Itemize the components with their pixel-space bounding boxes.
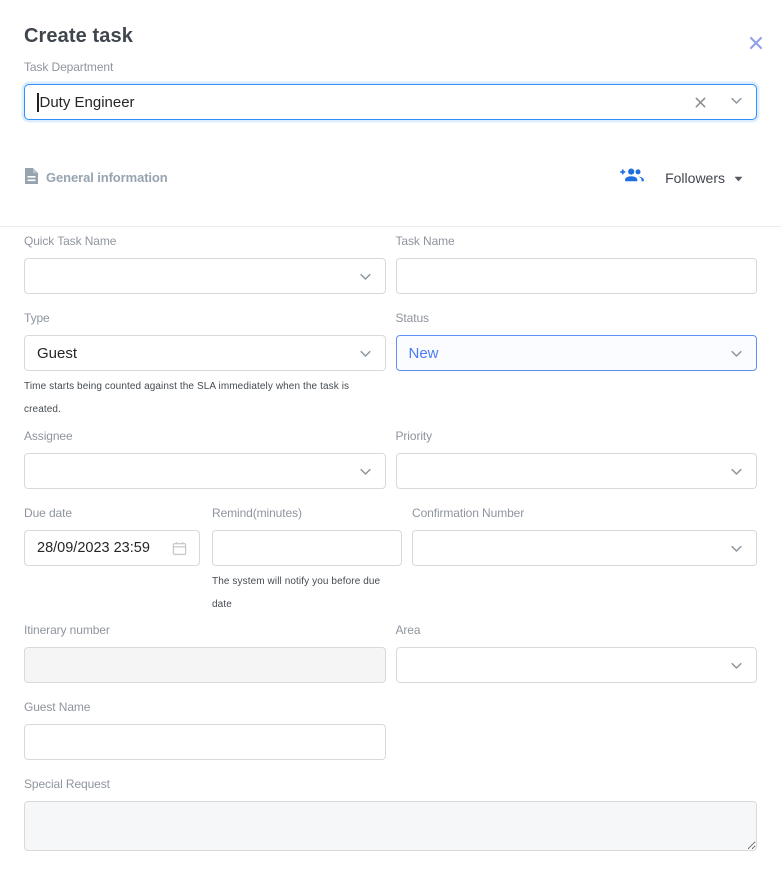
create-task-modal: { "modal": { "title": "Create task" }, "… xyxy=(0,25,781,883)
remind-minutes-label: Remind(minutes) xyxy=(212,506,402,520)
special-request-field: Special Request xyxy=(0,777,781,851)
chevron-down-icon xyxy=(729,541,744,556)
status-select[interactable]: New xyxy=(396,335,758,371)
guest-name-field: Guest Name xyxy=(24,700,386,760)
type-helper-text: Time starts being counted against the SL… xyxy=(24,375,386,421)
remind-minutes-input[interactable] xyxy=(212,530,402,566)
task-department-select[interactable]: Duty Engineer xyxy=(24,84,757,120)
due-date-input[interactable]: 28/09/2023 23:59 xyxy=(24,530,200,566)
chevron-down-icon xyxy=(358,346,373,361)
guest-name-label: Guest Name xyxy=(24,700,386,714)
special-request-label: Special Request xyxy=(24,777,757,791)
confirmation-number-label: Confirmation Number xyxy=(412,506,757,520)
chevron-down-icon xyxy=(729,658,744,673)
due-date-value: 28/09/2023 23:59 xyxy=(37,540,164,556)
chevron-down-icon xyxy=(729,346,744,361)
section-divider xyxy=(0,226,781,227)
area-field: Area xyxy=(396,623,758,683)
itinerary-number-field: Itinerary number xyxy=(24,623,386,683)
assignee-label: Assignee xyxy=(24,429,386,443)
priority-select[interactable] xyxy=(396,453,758,489)
chevron-down-icon xyxy=(358,464,373,479)
priority-label: Priority xyxy=(396,429,758,443)
chevron-down-icon[interactable] xyxy=(729,93,744,112)
guest-name-input[interactable] xyxy=(24,724,386,760)
remind-minutes-field: Remind(minutes) The system will notify y… xyxy=(212,506,402,616)
task-name-input[interactable] xyxy=(396,258,758,294)
page-title: Create task xyxy=(0,25,781,48)
quick-task-name-select[interactable] xyxy=(24,258,386,294)
assignee-select[interactable] xyxy=(24,453,386,489)
close-icon xyxy=(747,34,765,55)
special-request-textarea[interactable] xyxy=(24,801,757,851)
close-button[interactable] xyxy=(745,33,767,55)
clear-icon[interactable] xyxy=(694,96,707,109)
text-cursor xyxy=(37,93,39,112)
task-department-value: Duty Engineer xyxy=(40,94,695,111)
calendar-icon[interactable] xyxy=(172,541,187,556)
status-label: Status xyxy=(396,311,758,325)
section-general-information: General information xyxy=(24,167,168,188)
status-value: New xyxy=(409,345,722,362)
add-followers-icon[interactable] xyxy=(619,166,644,189)
confirmation-number-field: Confirmation Number xyxy=(412,506,757,616)
quick-task-name-field: Quick Task Name xyxy=(24,234,386,294)
type-value: Guest xyxy=(37,345,350,362)
type-select[interactable]: Guest xyxy=(24,335,386,371)
due-remind-row: Due date 28/09/2023 23:59 Remind(minutes… xyxy=(24,506,402,616)
remind-helper-text: The system will notify you before due da… xyxy=(212,570,402,616)
due-date-label: Due date xyxy=(24,506,200,520)
type-field: Type Guest Time starts being counted aga… xyxy=(24,311,386,421)
priority-field: Priority xyxy=(396,429,758,489)
due-date-field: Due date 28/09/2023 23:59 xyxy=(24,506,200,616)
chevron-down-icon xyxy=(729,464,744,479)
task-name-label: Task Name xyxy=(396,234,758,248)
area-select[interactable] xyxy=(396,647,758,683)
area-label: Area xyxy=(396,623,758,637)
caret-down-icon xyxy=(734,169,743,187)
status-field: Status New xyxy=(396,311,758,421)
followers-label: Followers xyxy=(665,170,725,186)
task-department-label: Task Department xyxy=(24,60,757,74)
assignee-field: Assignee xyxy=(24,429,386,489)
chevron-down-icon xyxy=(358,269,373,284)
quick-task-name-label: Quick Task Name xyxy=(24,234,386,248)
section-title-label: General information xyxy=(46,170,168,185)
task-name-field: Task Name xyxy=(396,234,758,294)
itinerary-number-label: Itinerary number xyxy=(24,623,386,637)
document-icon xyxy=(24,167,39,188)
confirmation-number-select[interactable] xyxy=(412,530,757,566)
type-label: Type xyxy=(24,311,386,325)
itinerary-number-input xyxy=(24,647,386,683)
followers-dropdown[interactable]: Followers xyxy=(619,166,743,189)
